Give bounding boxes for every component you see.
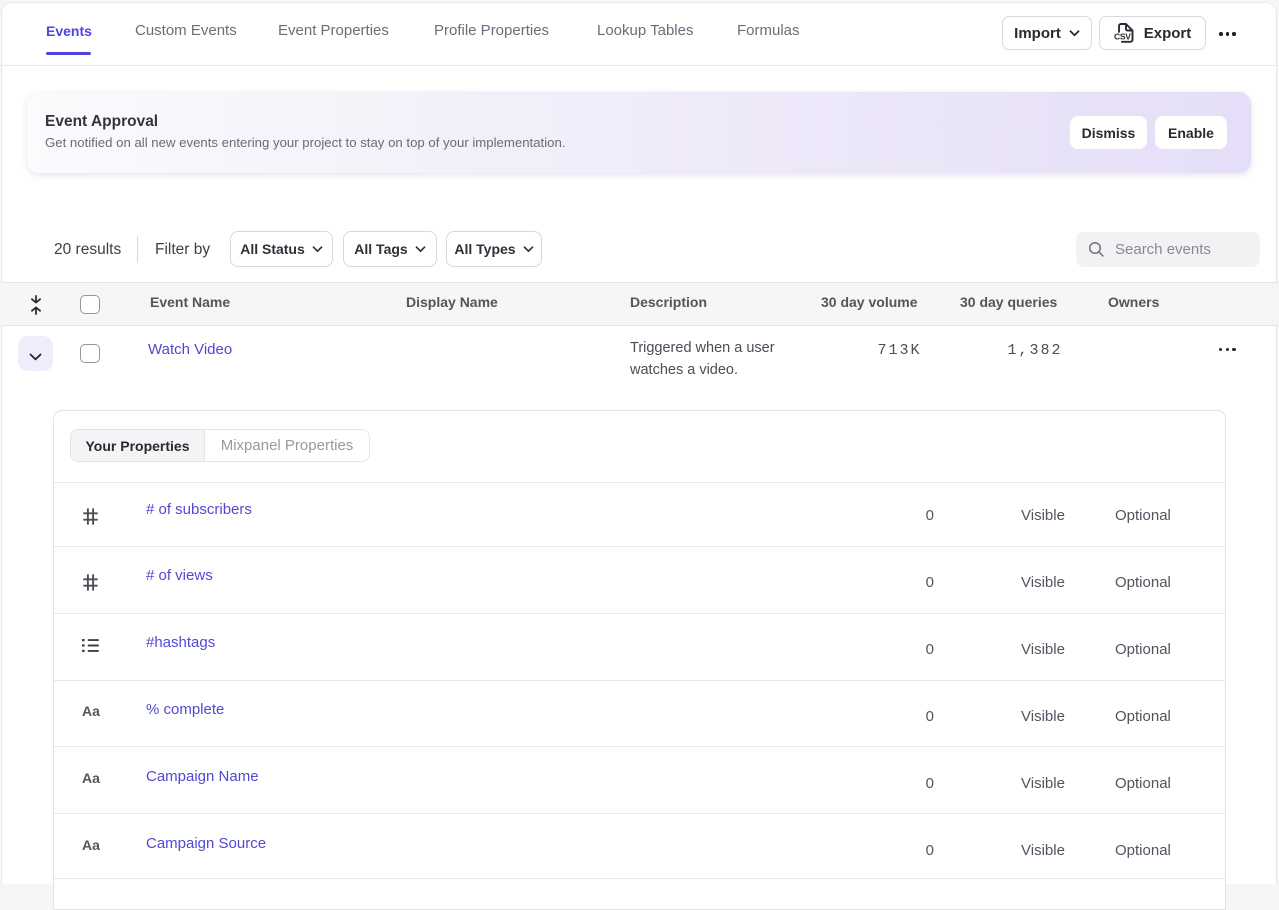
svg-text:CSV: CSV <box>1114 32 1131 42</box>
